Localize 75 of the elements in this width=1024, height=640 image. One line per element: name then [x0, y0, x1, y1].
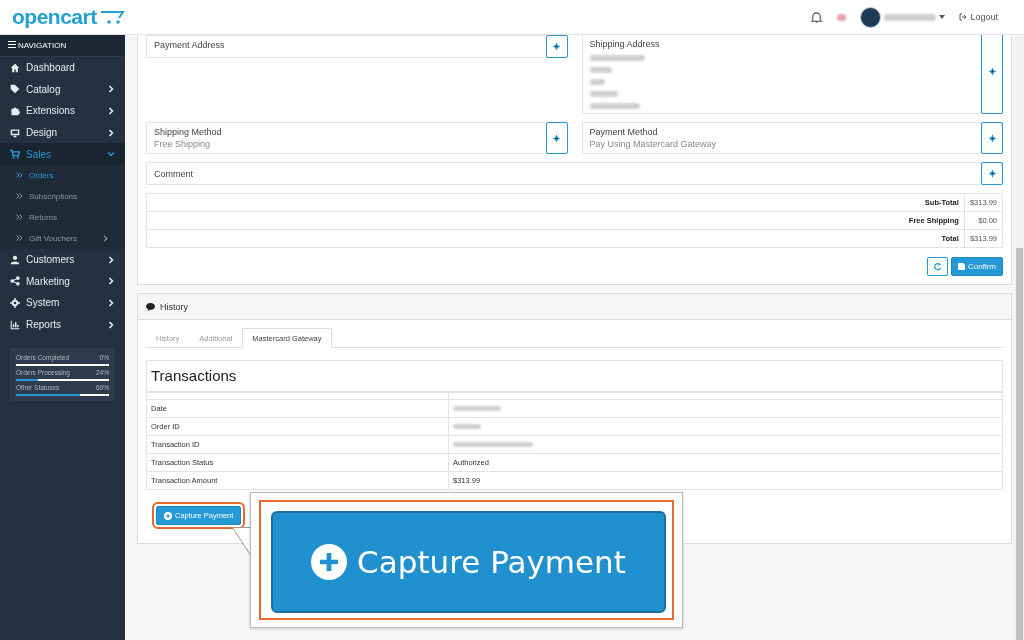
double-chevron-icon — [16, 235, 23, 242]
nav-item[interactable]: System — [0, 292, 125, 314]
puzzle-icon — [10, 106, 20, 116]
panel-value: Pay Using Mastercard Gateway — [589, 139, 718, 149]
chevron-icon — [107, 107, 115, 115]
nav-item[interactable]: Extensions — [0, 100, 125, 122]
redacted-text — [589, 67, 612, 73]
nav-item[interactable]: Marketing — [0, 270, 125, 293]
user-icon — [10, 254, 20, 265]
nav-item[interactable]: Catalog — [0, 78, 125, 101]
nav-item[interactable]: Reports — [0, 313, 125, 336]
chart-icon — [10, 319, 20, 330]
panel-value: Free Shipping — [154, 139, 212, 149]
chevron-icon — [107, 320, 115, 329]
refresh-icon — [933, 262, 942, 271]
nav-subitem[interactable]: Gift Vouchers — [0, 227, 125, 249]
panel-title: Comment — [154, 168, 194, 179]
plus-circle-icon — [311, 544, 348, 580]
nav-subitem[interactable]: Orders — [0, 164, 125, 186]
nav-item[interactable]: Customers — [0, 248, 125, 271]
nav-subitem[interactable]: Returns — [0, 206, 125, 228]
navigation-heading: NAVIGATION — [18, 41, 67, 50]
settings-button[interactable] — [545, 35, 568, 58]
sign-out-icon — [959, 13, 968, 21]
caret-icon — [939, 15, 946, 19]
flag-icon[interactable] — [837, 13, 847, 21]
redacted-text — [589, 55, 645, 61]
logo-text[interactable]: opencart — [12, 5, 97, 29]
panel-title: Payment Address — [154, 40, 226, 50]
chevron-icon — [107, 255, 115, 264]
settings-button[interactable] — [981, 162, 1003, 185]
chevron-icon — [107, 298, 115, 307]
avatar[interactable] — [860, 6, 882, 28]
scrollbar[interactable] — [1015, 36, 1024, 640]
tag-icon — [10, 84, 20, 95]
nav-item[interactable]: Design — [0, 121, 125, 144]
monitor-icon — [10, 127, 20, 138]
nav-subitem[interactable]: Subscriptions — [0, 185, 125, 207]
home-icon — [10, 62, 20, 73]
chevron-icon — [107, 85, 115, 94]
redacted-text — [589, 91, 618, 97]
plus-circle-icon — [164, 511, 172, 520]
redacted-text — [589, 103, 640, 109]
comment-icon — [146, 302, 155, 311]
share-icon — [10, 276, 20, 287]
logout-link[interactable]: Logout — [959, 12, 998, 22]
save-icon — [958, 263, 965, 270]
settings-button[interactable] — [981, 35, 1003, 114]
redacted-text — [453, 424, 481, 429]
refresh-button[interactable] — [927, 257, 948, 276]
cart-icon — [10, 149, 20, 160]
chevron-icon — [102, 234, 109, 242]
confirm-button[interactable]: Confirm — [951, 257, 1003, 276]
bell-icon[interactable] — [810, 10, 824, 24]
chevron-icon — [107, 150, 115, 159]
redacted-text — [453, 406, 501, 411]
panel-title: Payment Method — [589, 127, 659, 137]
panel-title: Shipping Address — [589, 39, 661, 49]
cart-logo-icon — [99, 9, 126, 25]
panel-heading: Transactions — [147, 361, 1002, 392]
redacted-text — [589, 79, 605, 85]
chevron-icon — [107, 128, 115, 137]
chevron-icon — [107, 277, 115, 286]
double-chevron-icon — [16, 193, 23, 200]
capture-payment-button[interactable]: Capture Payment — [271, 511, 666, 613]
double-chevron-icon — [16, 172, 23, 179]
nav-item[interactable]: Dashboard — [0, 57, 125, 79]
nav-item[interactable]: Sales — [0, 143, 125, 165]
redacted-text — [884, 13, 937, 21]
card-title: History — [160, 301, 188, 312]
double-chevron-icon — [16, 214, 23, 221]
panel-title: Shipping Method — [154, 127, 223, 137]
settings-button[interactable] — [981, 122, 1003, 154]
menu-icon — [8, 41, 16, 48]
settings-button[interactable] — [545, 122, 568, 154]
